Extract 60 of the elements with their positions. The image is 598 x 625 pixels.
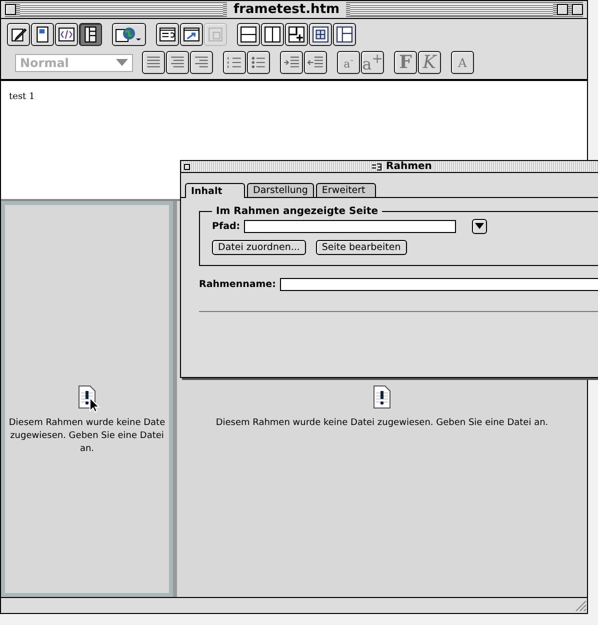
path-label: Pfad:: [212, 221, 240, 232]
inset-frame-icon: [312, 26, 329, 43]
toolbar-button[interactable]: [7, 23, 30, 46]
tab[interactable]: Darstellung: [247, 183, 314, 197]
toolbar-button[interactable]: [333, 23, 356, 46]
split-horizontal-icon: [240, 26, 257, 43]
page-icon: [34, 26, 51, 43]
close-box[interactable]: [5, 4, 16, 15]
frames-icon: [82, 26, 99, 43]
format-button[interactable]: [166, 51, 189, 74]
name-label: Rahmenname:: [199, 279, 276, 290]
toolbar-button[interactable]: [31, 23, 54, 46]
toolbar-button[interactable]: [156, 23, 179, 46]
link-icon: [183, 26, 200, 43]
format-button[interactable]: [142, 51, 165, 74]
resize-grip-icon[interactable]: [573, 598, 587, 612]
code-icon: [58, 26, 75, 43]
tab[interactable]: Inhalt: [185, 183, 245, 198]
name-field[interactable]: [280, 278, 598, 291]
add-frame-icon: [288, 26, 305, 43]
toolbar-button[interactable]: [309, 23, 332, 46]
page-icon: [207, 26, 224, 43]
numbered-list-icon: [226, 54, 243, 71]
zoom-box[interactable]: [557, 4, 568, 15]
format-button[interactable]: [280, 51, 303, 74]
group-title: Im Rahmen angezeigte Seite: [215, 206, 380, 217]
caret-icon: [116, 59, 128, 66]
close-box[interactable]: [184, 164, 190, 170]
format-button[interactable]: [304, 51, 327, 74]
frame-message: Diesem Rahmen wurde keine Date zugewiesen. Geben Sie eine Datei an.: [8, 417, 166, 456]
frame-text: test 1: [9, 92, 35, 102]
pointer-icon: [89, 397, 100, 413]
window-title: frametest.htm: [227, 2, 346, 17]
dialog-button[interactable]: Datei zuordnen...: [212, 240, 306, 255]
bullet-list-icon: [250, 54, 267, 71]
toolbar-button[interactable]: [237, 23, 260, 46]
toolbar-button[interactable]: [285, 23, 308, 46]
format-button[interactable]: [247, 51, 270, 74]
toolbar-button[interactable]: [180, 23, 203, 46]
toolbar-button[interactable]: [55, 23, 78, 46]
caret-icon: [475, 223, 484, 229]
toolbar-button[interactable]: [79, 23, 102, 46]
format-button[interactable]: [223, 51, 246, 74]
palette-title: Rahmen: [383, 161, 435, 172]
dialog-button[interactable]: Seite bearbeiten: [316, 240, 407, 255]
frame-message: Diesem Rahmen wurde keine Datei zugewiesen. Geben Sie eine Datei an.: [216, 417, 548, 430]
collapse-box[interactable]: [572, 4, 584, 15]
path-field[interactable]: [244, 220, 456, 233]
frame-pane[interactable]: Diesem Rahmen wurde keine Date zugewiesen. Geben Sie eine Datei an.: [1, 201, 173, 597]
dropdown-button[interactable]: [472, 219, 488, 234]
inspector-icon: [159, 26, 176, 43]
tab[interactable]: Erweitert: [316, 183, 376, 197]
toolbar-button[interactable]: [112, 23, 146, 46]
toolbar-button[interactable]: [261, 23, 284, 46]
format-button[interactable]: a$^{-}$: [337, 51, 360, 74]
format-button[interactable]: [190, 51, 213, 74]
split-vertical-icon: [264, 26, 281, 43]
pencil-icon: [10, 26, 27, 43]
side-frame-icon: [336, 26, 353, 43]
alert-document-icon: [373, 385, 391, 409]
